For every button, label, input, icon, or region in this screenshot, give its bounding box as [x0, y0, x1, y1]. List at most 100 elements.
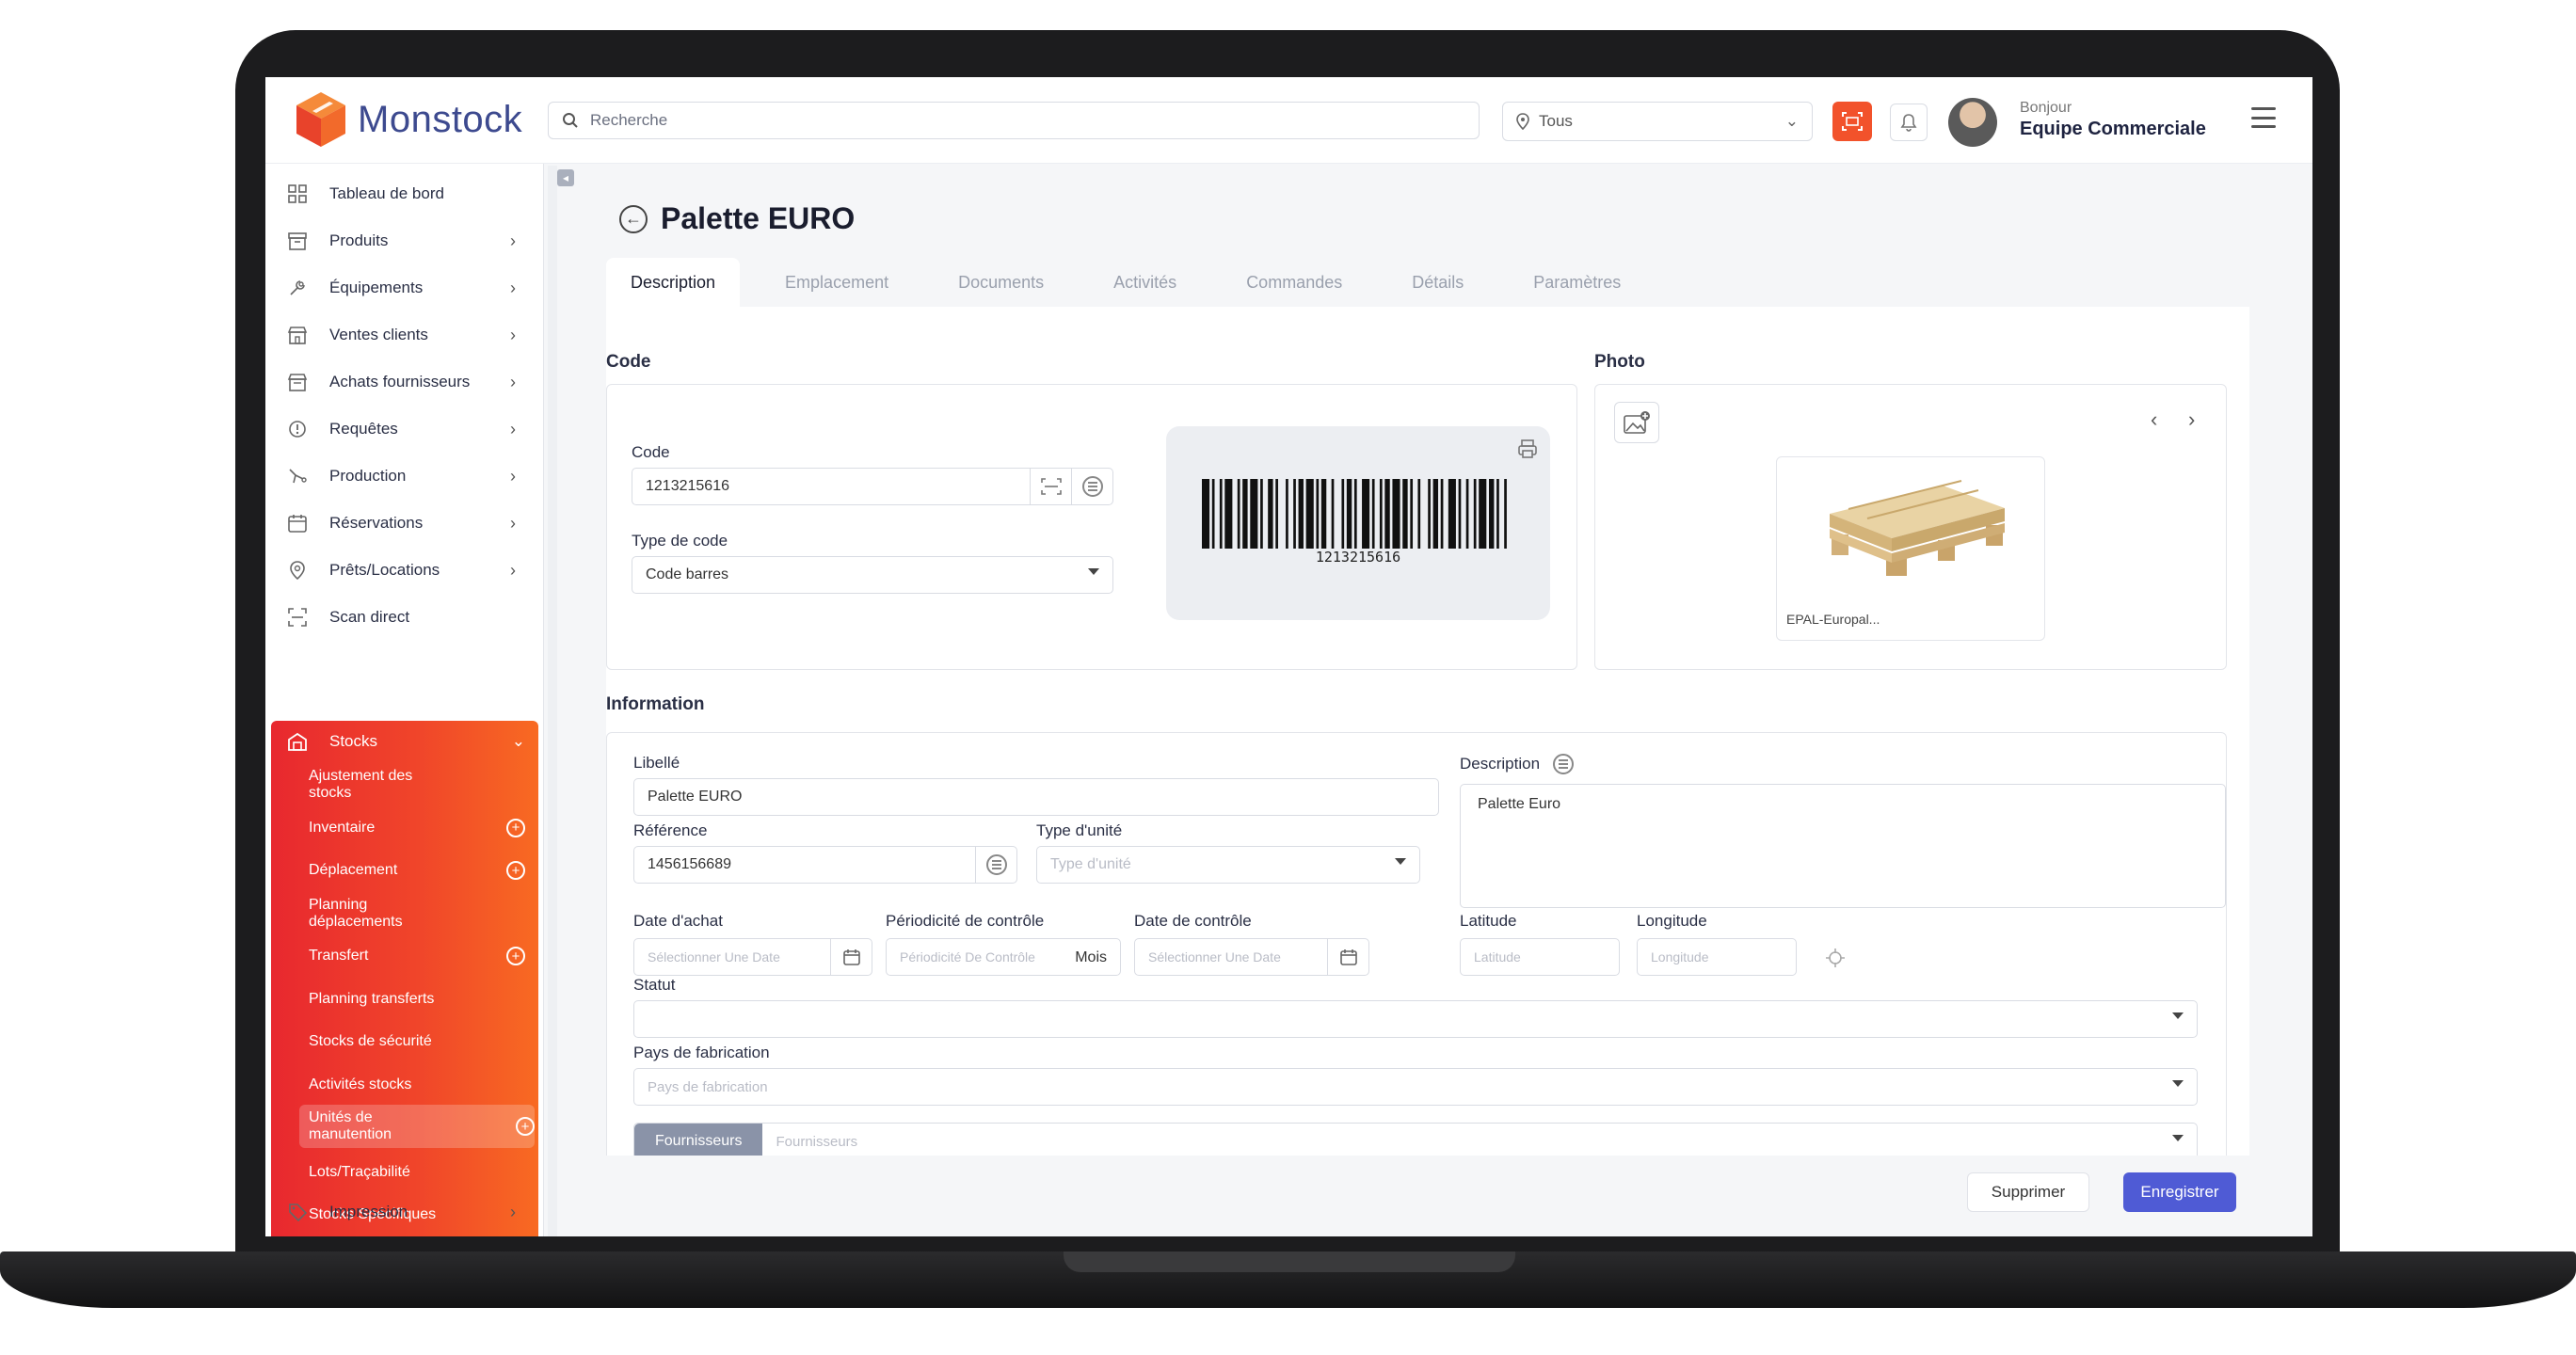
scan-code-button[interactable] [1030, 469, 1071, 504]
back-arrow-icon[interactable]: ← [619, 204, 648, 233]
add-circle-icon[interactable]: + [506, 818, 525, 837]
tab-emplacement[interactable]: Emplacement [760, 258, 913, 307]
code-input[interactable]: 1213215616 [632, 468, 1113, 505]
latitude-label: Latitude [1460, 912, 1517, 930]
chevron-right-icon[interactable]: › [2188, 407, 2195, 432]
barcode-bar [1428, 479, 1431, 549]
control-date-input[interactable]: Sélectionner Une Date [1134, 938, 1369, 976]
code-type-value: Code barres [646, 566, 729, 582]
calendar-button[interactable] [1327, 939, 1368, 975]
barcode-bar [1237, 479, 1240, 549]
sidebar-scrollbar[interactable] [548, 166, 557, 1236]
tab-description[interactable]: Description [606, 258, 741, 307]
barcode-bar [1504, 479, 1507, 549]
sidebar-subitem-label: Planning déplacements [309, 896, 403, 930]
chevron-left-icon[interactable]: ‹ [2151, 407, 2157, 432]
add-circle-icon[interactable]: + [516, 1117, 535, 1136]
sidebar-subitem[interactable]: Ajustement des stocks [309, 766, 525, 804]
add-photo-button[interactable] [1614, 402, 1659, 443]
calendar-button[interactable] [830, 939, 872, 975]
sidebar-item-label: Scan direct [329, 608, 410, 626]
reference-options-button[interactable] [975, 847, 1016, 883]
sidebar-item-stocks[interactable]: Stocks ⌄ [271, 721, 538, 762]
sidebar-subitem[interactable]: Activités stocks [309, 1066, 525, 1104]
collapse-sidebar-icon[interactable]: ◂ [557, 169, 574, 186]
code-type-select[interactable]: Code barres [632, 556, 1113, 594]
sidebar-item-scan-direct[interactable]: Scan direct [275, 597, 529, 638]
libelle-input[interactable]: Palette EURO [633, 778, 1439, 816]
tab-commandes[interactable]: Commandes [1222, 258, 1367, 307]
sidebar-subitem[interactable]: Planning déplacements [309, 895, 525, 933]
longitude-input[interactable]: Longitude [1637, 938, 1797, 976]
logo-cube-icon [296, 92, 345, 147]
sidebar-subitem[interactable]: Stocks de sécurité [309, 1023, 525, 1060]
country-select[interactable]: Pays de fabrication [633, 1068, 2198, 1106]
delete-button[interactable]: Supprimer [1967, 1172, 2089, 1212]
save-button[interactable]: Enregistrer [2123, 1172, 2236, 1212]
notifications-button[interactable] [1890, 104, 1928, 141]
sidebar-item-production[interactable]: Production › [275, 455, 529, 497]
sidebar-item-réservations[interactable]: Réservations › [275, 502, 529, 544]
code-options-button[interactable] [1071, 469, 1112, 504]
purchase-date-input[interactable]: Sélectionner Une Date [633, 938, 872, 976]
add-circle-icon[interactable]: + [506, 861, 525, 880]
barcode-bar [1402, 479, 1408, 549]
bell-icon [1900, 114, 1917, 132]
barcode-bar [1331, 479, 1335, 549]
unit-type-select[interactable]: Type d'unité [1036, 846, 1420, 884]
status-select[interactable] [633, 1000, 2198, 1038]
chevron-right-icon: › [510, 372, 516, 391]
photo-thumbnail[interactable]: EPAL-Europal... [1776, 456, 2045, 641]
sidebar-subitem[interactable]: Transfert + [309, 937, 525, 975]
crosshair-icon[interactable] [1825, 948, 1846, 968]
latitude-input[interactable]: Latitude [1460, 938, 1620, 976]
tab-détails[interactable]: Détails [1387, 258, 1488, 307]
store-icon [284, 369, 311, 395]
hamburger-menu-icon[interactable] [2251, 107, 2276, 128]
avatar[interactable] [1948, 98, 1997, 147]
print-icon[interactable] [1516, 438, 1539, 460]
sidebar-item-impression[interactable]: Impression › [275, 1191, 529, 1233]
logo[interactable]: Monstock [294, 90, 522, 149]
barcode-bar [1286, 479, 1288, 549]
barcode-bar [1316, 479, 1320, 549]
sidebar-item-achats-fournisseurs[interactable]: Achats fournisseurs › [275, 361, 529, 403]
periodicity-input[interactable]: Périodicité De Contrôle Mois [886, 938, 1121, 976]
description-textarea[interactable]: Palette Euro [1460, 784, 2226, 908]
scan-icon [1040, 478, 1062, 495]
reference-input[interactable]: 1456156689 [633, 846, 1017, 884]
sidebar-item-tableau-de-bord[interactable]: Tableau de bord [275, 173, 529, 215]
warehouse-icon [284, 728, 311, 755]
sidebar-subitem[interactable]: Inventaire + [309, 809, 525, 847]
scan-icon [1842, 112, 1863, 131]
sidebar-subitem-label: Transfert [309, 948, 369, 964]
laptop-notch [1064, 1251, 1515, 1272]
sidebar-subitem[interactable]: Déplacement + [309, 852, 525, 889]
barcode-bar [1440, 479, 1444, 549]
scan-button[interactable] [1832, 102, 1872, 141]
control-date-placeholder: Sélectionner Une Date [1148, 949, 1281, 964]
tab-paramètres[interactable]: Paramètres [1509, 258, 1645, 307]
sidebar-subitem-label: Déplacement [309, 862, 398, 878]
add-circle-icon[interactable]: + [506, 947, 525, 965]
list-icon[interactable] [1553, 754, 1575, 774]
sidebar-item-requêtes[interactable]: Requêtes › [275, 408, 529, 450]
barcode-bar [1211, 479, 1215, 549]
suppliers-select[interactable]: Fournisseurs Fournisseurs [633, 1123, 2198, 1160]
sidebar-item-ventes-clients[interactable]: Ventes clients › [275, 314, 529, 356]
suppliers-placeholder: Fournisseurs [776, 1133, 858, 1150]
sidebar-item-équipements[interactable]: Équipements › [275, 267, 529, 309]
location-select[interactable]: Tous ⌄ [1502, 102, 1813, 141]
barcode-bar [1448, 479, 1456, 549]
sidebar-subitem[interactable]: Planning transferts [309, 980, 525, 1018]
sidebar-item-produits[interactable]: Produits › [275, 220, 529, 262]
code-box: Code 1213215616 Type de code Code barres [606, 384, 1577, 670]
tab-activités[interactable]: Activités [1089, 258, 1201, 307]
shop-icon [284, 322, 311, 348]
sidebar-subitem[interactable]: Lots/Traçabilité [309, 1154, 525, 1191]
barcode-bar [1371, 479, 1375, 549]
sidebar-subitem[interactable]: Unités de manutention + [299, 1105, 535, 1148]
tab-documents[interactable]: Documents [934, 258, 1068, 307]
search-input[interactable]: Recherche [548, 102, 1480, 139]
sidebar-item-prêts-locations[interactable]: Prêts/Locations › [275, 550, 529, 591]
